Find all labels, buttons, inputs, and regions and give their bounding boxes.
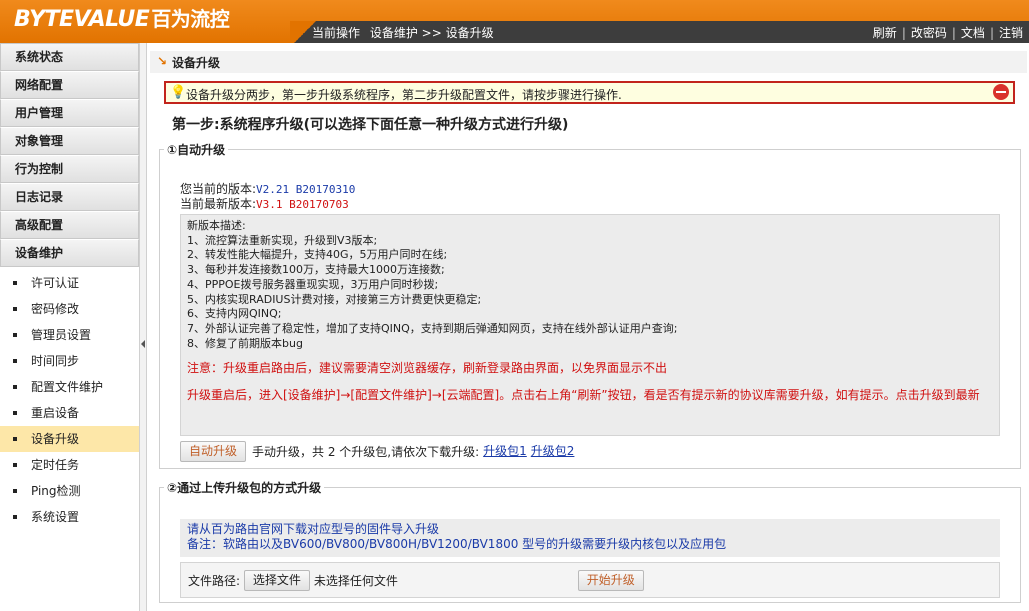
- lightbulb-icon: 💡: [170, 85, 187, 100]
- release-note-line: 8、修复了前期版本bug: [187, 336, 303, 350]
- release-note-line: 1、流控算法重新实现，升级到V3版本;: [187, 233, 378, 247]
- sidebar-splitter[interactable]: [139, 43, 147, 611]
- sidebar-item-reboot[interactable]: 重启设备: [0, 400, 139, 426]
- upload-row: 文件路径: 选择文件 未选择任何文件 开始升级: [180, 562, 1000, 598]
- sidebar-category-advanced[interactable]: 高级配置: [0, 211, 139, 239]
- logo-latin: BYTEVALUE: [14, 7, 150, 32]
- breadcrumb: 当前操作 设备维护 >> 设备升级: [312, 24, 500, 41]
- sidebar-item-upgrade[interactable]: 设备升级: [0, 426, 139, 452]
- upload-upgrade-section: ②通过上传升级包的方式升级 请从百为路由官网下载对应型号的固件导入升级 备注：软…: [159, 479, 1021, 603]
- sidebar-item-config-file[interactable]: 配置文件维护: [0, 374, 139, 400]
- release-note-line: 7、外部认证完善了稳定性，增加了支持QINQ，支持到期后弹通知网页，支持在线外部…: [187, 321, 678, 335]
- breadcrumb-label: 当前操作: [312, 26, 361, 40]
- release-note-line: 新版本描述:: [187, 219, 246, 232]
- sidebar-item-time-sync[interactable]: 时间同步: [0, 348, 139, 374]
- sidebar-item-admin[interactable]: 管理员设置: [0, 322, 139, 348]
- release-note-line: 6、支持内网QINQ;: [187, 307, 282, 321]
- step1-title: 第一步:系统程序升级(可以选择下面任意一种升级方式进行升级): [172, 117, 569, 133]
- sidebar-item-scheduled-tasks[interactable]: 定时任务: [0, 452, 139, 478]
- release-note-line: 5、内核实现RADIUS计费对接，对接第三方计费更快更稳定;: [187, 292, 482, 306]
- release-notes: 新版本描述: 1、流控算法重新实现，升级到V3版本; 2、转发性能大幅提升，支持…: [180, 214, 1000, 436]
- latest-version-row: 当前最新版本:V3.1 B20170703: [180, 195, 349, 212]
- package2-link[interactable]: 升级包2: [531, 444, 575, 458]
- release-note-line: 4、PPPOE拨号服务器重现实现，3万用户同时秒拨;: [187, 277, 439, 291]
- release-note-line: 3、每秒并发连接数100万，支持最大1000万连接数;: [187, 263, 445, 277]
- refresh-link[interactable]: 刷新: [873, 26, 897, 40]
- logo-cn: 百为流控: [151, 7, 230, 31]
- auto-upgrade-row: 自动升级 手动升级，共 2 个升级包,请依次下载升级: 升级包1 升级包2: [180, 441, 574, 463]
- latest-version-value: V3.1 B20170703: [256, 198, 349, 211]
- notice-text: 设备升级分两步，第一步升级系统程序，第二步升级配置文件，请按步骤进行操作.: [186, 88, 622, 102]
- upgrade-guide-text: 升级重启后，进入[设备维护]→[配置文件维护]→[云端配置]。点击右上角“刷新”…: [187, 388, 980, 403]
- change-password-link[interactable]: 改密码: [911, 26, 947, 40]
- no-file-text: 未选择任何文件: [313, 574, 398, 588]
- sidebar-category-behavior[interactable]: 行为控制: [0, 155, 139, 183]
- sidebar-category-users[interactable]: 用户管理: [0, 99, 139, 127]
- auto-upgrade-legend: ①自动升级: [167, 143, 226, 157]
- choose-file-button[interactable]: 选择文件: [243, 570, 310, 591]
- page-title-bar: ↘ 设备升级: [150, 51, 1027, 73]
- latest-version-label: 当前最新版本:: [180, 197, 257, 211]
- sidebar-submenu: 许可认证 密码修改 管理员设置 时间同步 配置文件维护 重启设备 设备升级 定时…: [0, 267, 139, 530]
- notice-bar: 💡 设备升级分两步，第一步升级系统程序，第二步升级配置文件，请按步骤进行操作.: [164, 81, 1015, 104]
- file-path-label: 文件路径:: [188, 574, 241, 588]
- manual-upgrade-text: 手动升级，共 2 个升级包,请依次下载升级:: [252, 445, 480, 459]
- sidebar-item-password[interactable]: 密码修改: [0, 296, 139, 322]
- package1-link[interactable]: 升级包1: [483, 444, 527, 458]
- auto-upgrade-button[interactable]: 自动升级: [180, 441, 247, 462]
- collapse-arrow-icon[interactable]: [141, 340, 145, 348]
- top-links: 刷新 | 改密码 | 文档 | 注销: [872, 26, 1023, 40]
- sidebar: 系统状态 网络配置 用户管理 对象管理 行为控制 日志记录 高级配置 设备维护 …: [0, 43, 139, 611]
- page-title: 设备升级: [172, 56, 221, 70]
- sidebar-category-logs[interactable]: 日志记录: [0, 183, 139, 211]
- upload-upgrade-legend: ②通过上传升级包的方式升级: [167, 481, 322, 495]
- logo: BYTEVALUE 百为流控: [14, 3, 230, 32]
- current-version-label: 您当前的版本:: [180, 182, 257, 196]
- logout-link[interactable]: 注销: [999, 26, 1023, 40]
- start-upgrade-button[interactable]: 开始升级: [577, 570, 644, 591]
- auto-upgrade-section: ①自动升级 您当前的版本:V2.21 B20170310 当前最新版本:V3.1…: [159, 141, 1021, 469]
- sidebar-category-system-status[interactable]: 系统状态: [0, 43, 139, 71]
- sidebar-category-network[interactable]: 网络配置: [0, 71, 139, 99]
- top-navbar: 当前操作 设备维护 >> 设备升级 刷新 | 改密码 | 文档 | 注销: [290, 21, 1029, 43]
- sidebar-item-ping[interactable]: Ping检测: [0, 478, 139, 504]
- docs-link[interactable]: 文档: [961, 26, 985, 40]
- sidebar-item-license[interactable]: 许可认证: [0, 270, 139, 296]
- main-panel: ↘ 设备升级 💡 设备升级分两步，第一步升级系统程序，第二步升级配置文件，请按步…: [150, 43, 1029, 611]
- sidebar-item-system-settings[interactable]: 系统设置: [0, 504, 139, 530]
- sidebar-category-maintenance[interactable]: 设备维护: [0, 239, 139, 267]
- header: BYTEVALUE 百为流控 当前操作 设备维护 >> 设备升级 刷新 | 改密码 | 文…: [0, 0, 1029, 43]
- sidebar-category-objects[interactable]: 对象管理: [0, 127, 139, 155]
- breadcrumb-path: 设备维护 >> 设备升级: [369, 26, 494, 40]
- upload-info: 请从百为路由官网下载对应型号的固件导入升级 备注：软路由以及BV600/BV80…: [180, 519, 1000, 557]
- upload-info-line: 请从百为路由官网下载对应型号的固件导入升级: [187, 522, 440, 536]
- title-arrow-icon: ↘: [157, 54, 168, 68]
- release-note-line: 2、转发性能大幅提升，支持40G，5万用户同时在线;: [187, 248, 448, 262]
- upload-note-line: 备注：软路由以及BV600/BV800/BV800H/BV1200/BV1800…: [187, 537, 727, 551]
- warning-text: 注意：升级重启路由后，建议需要清空浏览器缓存，刷新登录路由界面，以免界面显示不出: [187, 361, 668, 376]
- close-icon[interactable]: [993, 84, 1009, 100]
